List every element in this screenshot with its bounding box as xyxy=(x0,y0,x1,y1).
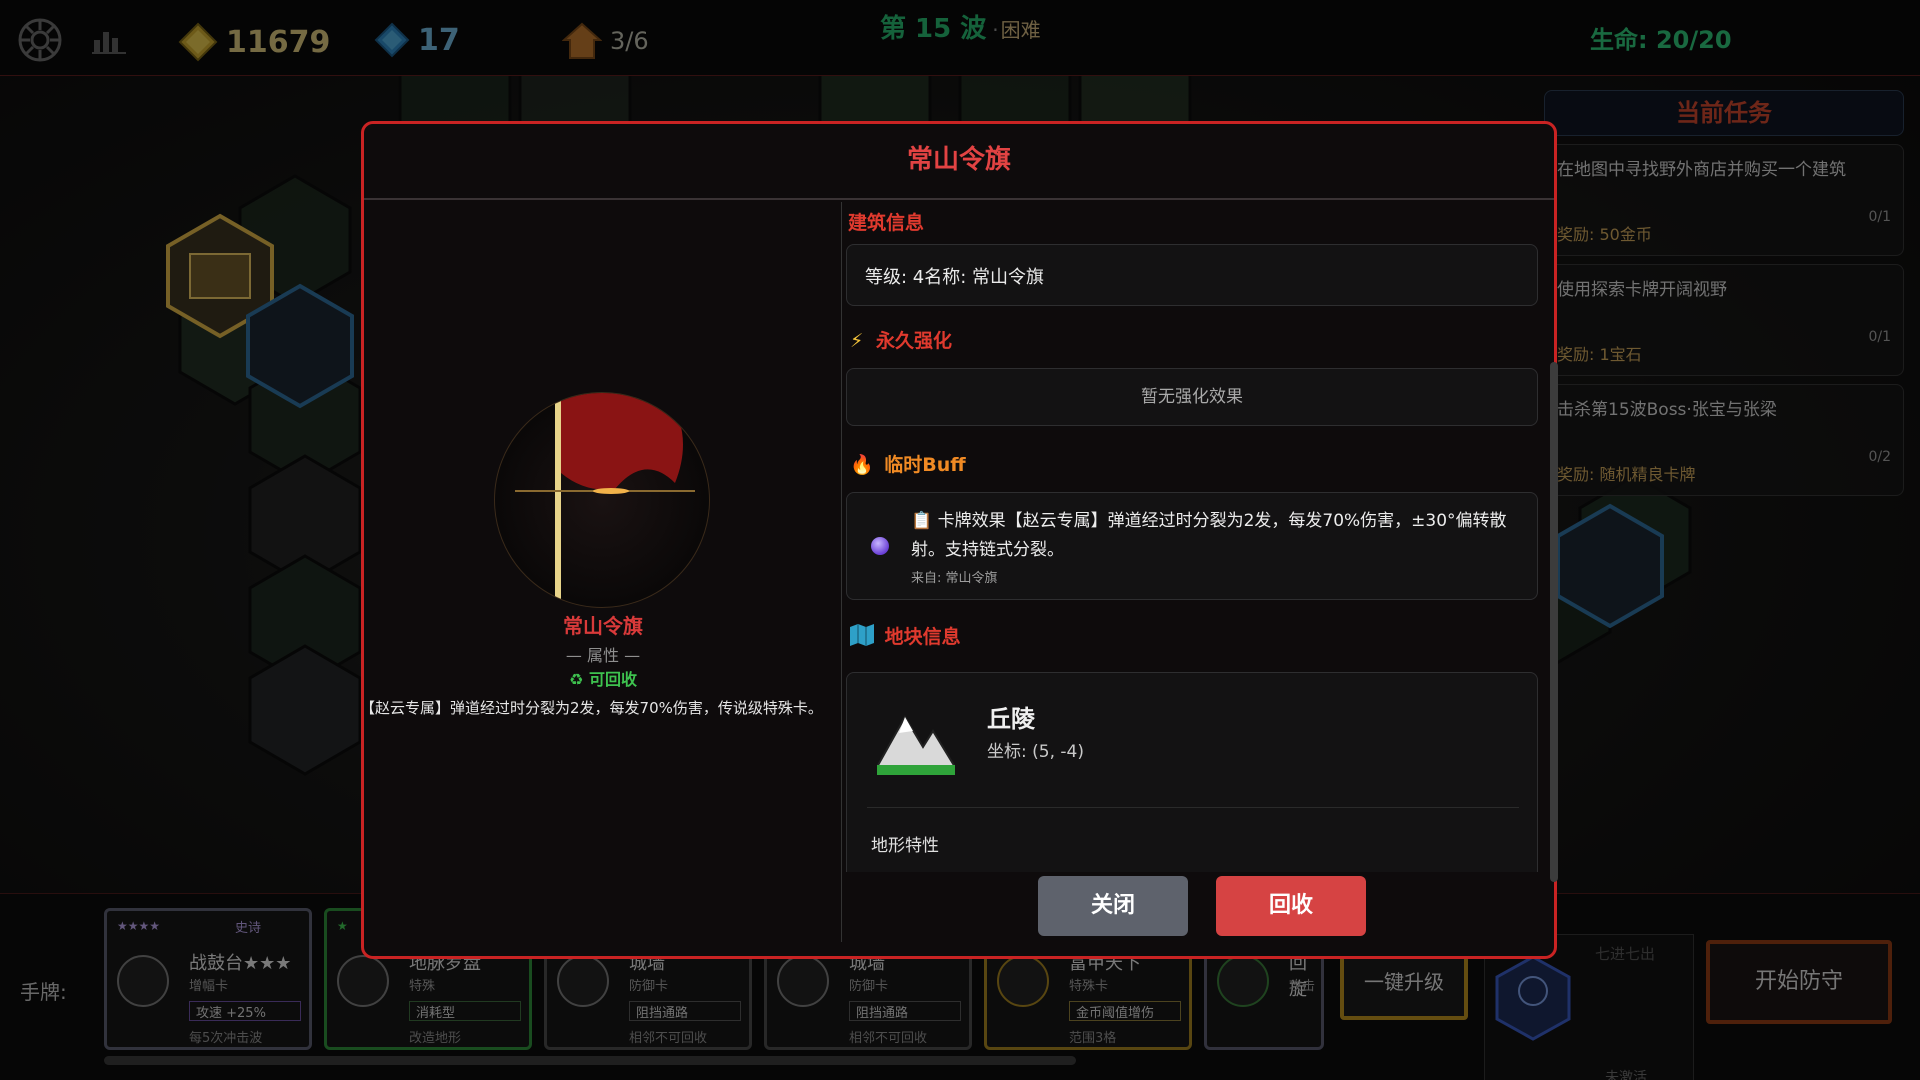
crystal-orb-icon xyxy=(871,537,889,555)
building-info-pane[interactable]: 建筑信息 等级: 4名称: 常山令旗 ⚡ 永久强化 暂无强化效果 🔥 临时Buf… xyxy=(844,202,1550,872)
permanent-title: 永久强化 xyxy=(875,330,952,352)
tile-info-title: 地块信息 xyxy=(884,626,961,648)
tile-info-title-row: 地块信息 xyxy=(850,622,961,649)
tile-coordinates: 坐标: (5, -4) xyxy=(987,742,1084,762)
recycle-icon: ♻ xyxy=(569,670,589,689)
attribute-heading: — 属性 — xyxy=(565,646,641,665)
fire-icon: 🔥 xyxy=(850,454,874,476)
banner-artwork xyxy=(494,392,710,608)
temp-buff-source: 来自: 常山令旗 xyxy=(911,571,998,586)
tile-info-box: 丘陵 坐标: (5, -4) 地形特性 xyxy=(846,672,1538,872)
tile-name: 丘陵 xyxy=(987,705,1035,733)
map-icon xyxy=(850,624,874,646)
banner-flag-icon xyxy=(515,393,695,607)
lightning-icon: ⚡ xyxy=(850,330,864,352)
temp-buff-text: 📋 卡牌效果【赵云专属】弹道经过时分裂为2发，每发70%伤害，±30°偏转散射。… xyxy=(911,511,1507,560)
building-name: 常山令旗 xyxy=(563,614,643,638)
building-description: 【赵云专属】弹道经过时分裂为2发，每发70%伤害，传说级特殊卡。 xyxy=(360,699,823,717)
game-screen: 11679 17 3/6 第 15 波 · 困难 生命: 20/20 当前任务 … xyxy=(0,0,1920,1080)
building-info-title: 建筑信息 xyxy=(848,212,925,234)
mountain-icon xyxy=(877,715,955,775)
building-level-name: 等级: 4名称: 常山令旗 xyxy=(846,244,1538,306)
recyclable-badge: ♻ 可回收 xyxy=(364,666,842,690)
recycle-button[interactable]: 回收 xyxy=(1216,876,1366,936)
permanent-title-row: ⚡ 永久强化 xyxy=(850,326,952,353)
building-preview-pane: 常山令旗 — 属性 — ♻ 可回收 【赵云专属】弹道经过时分裂为2发，每发70%… xyxy=(360,202,842,942)
temp-buff-title: 临时Buff xyxy=(884,454,966,476)
close-button[interactable]: 关闭 xyxy=(1038,876,1188,936)
modal-title: 常山令旗 xyxy=(364,124,1554,200)
info-scrollbar[interactable] xyxy=(1550,362,1558,882)
building-detail-modal: 常山令旗 常山令旗 — 属性 — ♻ 可回收 【赵云专属】弹道经过时分裂为2发，… xyxy=(360,121,1558,959)
recyclable-label: 可回收 xyxy=(588,670,637,689)
temp-buff-title-row: 🔥 临时Buff xyxy=(850,450,966,477)
terrain-trait-heading: 地形特性 xyxy=(871,836,939,856)
divider xyxy=(867,807,1519,808)
permanent-empty-text: 暂无强化效果 xyxy=(846,368,1538,426)
temp-buff-box: 📋 卡牌效果【赵云专属】弹道经过时分裂为2发，每发70%伤害，±30°偏转散射。… xyxy=(846,492,1538,600)
